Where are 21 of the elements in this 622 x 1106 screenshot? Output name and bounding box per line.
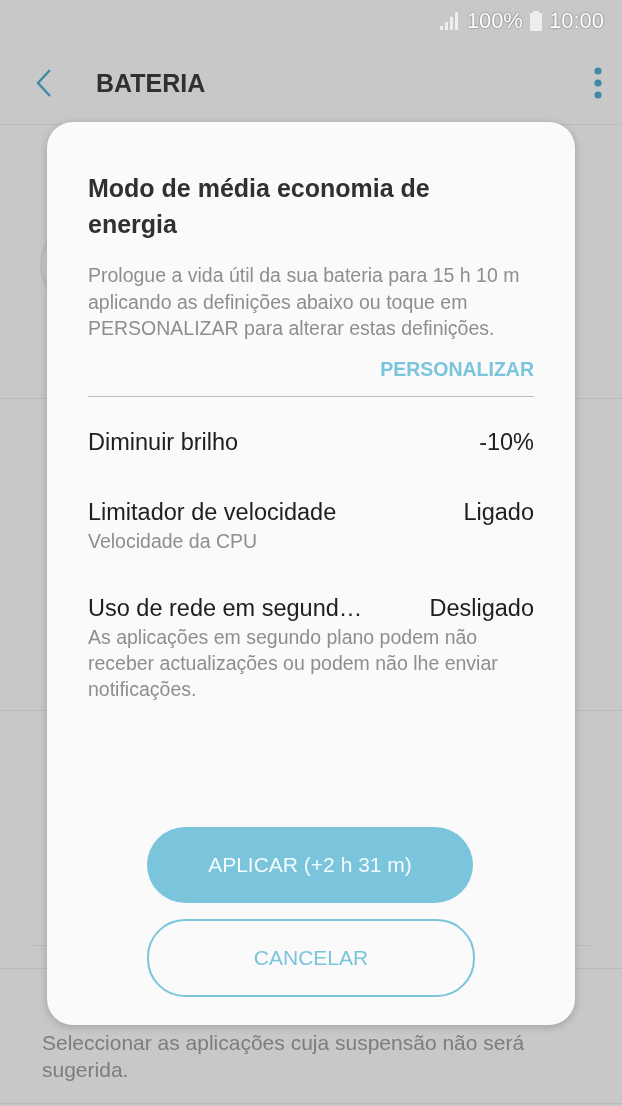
battery-icon: [529, 11, 542, 31]
dialog-description: Prologue a vida útil da sua bateria para 15 h 10 m aplicando as definições abaixo ou toque em PERSONALIZAR para alterar estas definições.: [88, 263, 521, 341]
setting-label: Diminuir brilho: [88, 427, 239, 457]
dialog-title: Modo de média economia de energia: [88, 173, 431, 240]
back-icon: [36, 68, 52, 98]
setting-value: Desligado: [429, 593, 534, 623]
setting-description: Velocidade da CPU: [88, 528, 259, 554]
setting-description: Seleccionar as aplicações cuja suspensão não será sugerida.: [42, 1030, 526, 1083]
setting-label: Uso de rede em segund…: [88, 593, 363, 623]
more-options-icon: [594, 67, 602, 99]
more-options-button[interactable]: [594, 67, 602, 99]
setting-value: Ligado: [463, 497, 534, 527]
setting-value: -10%: [479, 427, 534, 457]
signal-icon: [438, 11, 461, 31]
cancel-button[interactable]: CANCELAR: [147, 919, 475, 997]
customize-link[interactable]: PERSONALIZAR: [380, 357, 534, 381]
setting-description: As aplicações em segundo plano podem não receber actualizações ou podem não lhe enviar notificações.: [88, 624, 499, 702]
screen-title: BATERIA: [96, 68, 207, 98]
setting-label: Limitador de velocidade: [88, 497, 337, 527]
back-button[interactable]: [36, 68, 52, 98]
apply-button[interactable]: APLICAR (+2 h 31 m): [147, 827, 473, 903]
